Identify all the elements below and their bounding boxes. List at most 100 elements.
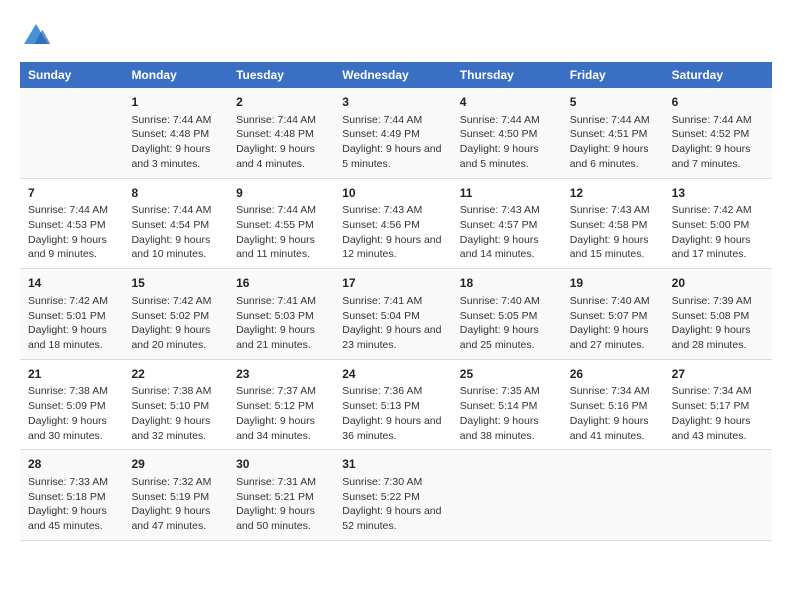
header-cell-wednesday: Wednesday bbox=[334, 62, 452, 88]
day-cell: 4Sunrise: 7:44 AMSunset: 4:50 PMDaylight… bbox=[452, 88, 562, 178]
header-cell-saturday: Saturday bbox=[664, 62, 772, 88]
day-number: 23 bbox=[236, 366, 326, 383]
day-cell: 23Sunrise: 7:37 AMSunset: 5:12 PMDayligh… bbox=[228, 359, 334, 450]
header-cell-friday: Friday bbox=[562, 62, 664, 88]
day-info: Sunrise: 7:38 AMSunset: 5:10 PMDaylight:… bbox=[131, 384, 220, 443]
day-info: Sunrise: 7:43 AMSunset: 4:57 PMDaylight:… bbox=[460, 203, 554, 262]
day-info: Sunrise: 7:31 AMSunset: 5:21 PMDaylight:… bbox=[236, 475, 326, 534]
day-number: 25 bbox=[460, 366, 554, 383]
day-number: 10 bbox=[342, 185, 444, 202]
day-number: 15 bbox=[131, 275, 220, 292]
day-info: Sunrise: 7:36 AMSunset: 5:13 PMDaylight:… bbox=[342, 384, 444, 443]
header bbox=[20, 20, 772, 52]
day-cell: 28 Sunrise: 7:33 AMSunset: 5:18 PMDayligh… bbox=[20, 450, 123, 541]
day-number: 8 bbox=[131, 185, 220, 202]
day-number: 19 bbox=[570, 275, 656, 292]
day-cell bbox=[20, 88, 123, 178]
day-number: 16 bbox=[236, 275, 326, 292]
day-cell: 18 Sunrise: 7:40 AMSunset: 5:05 PMDayligh… bbox=[452, 269, 562, 360]
day-info: Sunrise: 7:40 AMSunset: 5:05 PMDaylight:… bbox=[460, 294, 554, 353]
day-cell: 5 Sunrise: 7:44 AMSunset: 4:51 PMDaylight… bbox=[562, 88, 664, 178]
day-info: Sunrise: 7:44 AMSunset: 4:49 PMDaylight:… bbox=[342, 113, 444, 172]
logo bbox=[20, 20, 56, 52]
day-cell: 21Sunrise: 7:38 AMSunset: 5:09 PMDayligh… bbox=[20, 359, 123, 450]
day-number: 17 bbox=[342, 275, 444, 292]
day-number: 4 bbox=[460, 94, 554, 111]
day-number: 6 bbox=[672, 94, 764, 111]
day-number: 7 bbox=[28, 185, 115, 202]
week-row-5: 28 Sunrise: 7:33 AMSunset: 5:18 PMDayligh… bbox=[20, 450, 772, 541]
header-cell-thursday: Thursday bbox=[452, 62, 562, 88]
day-info: Sunrise: 7:37 AMSunset: 5:12 PMDaylight:… bbox=[236, 384, 326, 443]
day-number: 28 bbox=[28, 456, 115, 473]
header-cell-monday: Monday bbox=[123, 62, 228, 88]
week-row-2: 7Sunrise: 7:44 AMSunset: 4:53 PMDaylight… bbox=[20, 178, 772, 269]
day-cell: 17Sunrise: 7:41 AMSunset: 5:04 PMDayligh… bbox=[334, 269, 452, 360]
day-cell: 16 Sunrise: 7:41 AMSunset: 5:03 PMDayligh… bbox=[228, 269, 334, 360]
day-cell: 1 Sunrise: 7:44 AMSunset: 4:48 PMDaylight… bbox=[123, 88, 228, 178]
day-number: 1 bbox=[131, 94, 220, 111]
day-number: 11 bbox=[460, 185, 554, 202]
day-cell: 25Sunrise: 7:35 AMSunset: 5:14 PMDayligh… bbox=[452, 359, 562, 450]
day-cell: 24Sunrise: 7:36 AMSunset: 5:13 PMDayligh… bbox=[334, 359, 452, 450]
day-info: Sunrise: 7:44 AMSunset: 4:52 PMDaylight:… bbox=[672, 113, 764, 172]
day-info: Sunrise: 7:33 AMSunset: 5:18 PMDaylight:… bbox=[28, 475, 115, 534]
week-row-4: 21Sunrise: 7:38 AMSunset: 5:09 PMDayligh… bbox=[20, 359, 772, 450]
day-cell: 15 Sunrise: 7:42 AMSunset: 5:02 PMDayligh… bbox=[123, 269, 228, 360]
day-info: Sunrise: 7:44 AMSunset: 4:54 PMDaylight:… bbox=[131, 203, 220, 262]
day-number: 27 bbox=[672, 366, 764, 383]
day-cell bbox=[452, 450, 562, 541]
day-cell: 27Sunrise: 7:34 AMSunset: 5:17 PMDayligh… bbox=[664, 359, 772, 450]
day-number: 9 bbox=[236, 185, 326, 202]
day-info: Sunrise: 7:32 AMSunset: 5:19 PMDaylight:… bbox=[131, 475, 220, 534]
day-cell: 6 Sunrise: 7:44 AMSunset: 4:52 PMDaylight… bbox=[664, 88, 772, 178]
day-cell: 9Sunrise: 7:44 AMSunset: 4:55 PMDaylight… bbox=[228, 178, 334, 269]
day-info: Sunrise: 7:43 AMSunset: 4:58 PMDaylight:… bbox=[570, 203, 656, 262]
day-info: Sunrise: 7:30 AMSunset: 5:22 PMDaylight:… bbox=[342, 475, 444, 534]
day-info: Sunrise: 7:42 AMSunset: 5:02 PMDaylight:… bbox=[131, 294, 220, 353]
day-number: 18 bbox=[460, 275, 554, 292]
day-cell: 26Sunrise: 7:34 AMSunset: 5:16 PMDayligh… bbox=[562, 359, 664, 450]
day-cell: 7Sunrise: 7:44 AMSunset: 4:53 PMDaylight… bbox=[20, 178, 123, 269]
day-number: 21 bbox=[28, 366, 115, 383]
day-cell: 31 Sunrise: 7:30 AMSunset: 5:22 PMDayligh… bbox=[334, 450, 452, 541]
day-number: 31 bbox=[342, 456, 444, 473]
day-info: Sunrise: 7:38 AMSunset: 5:09 PMDaylight:… bbox=[28, 384, 115, 443]
day-number: 29 bbox=[131, 456, 220, 473]
day-info: Sunrise: 7:34 AMSunset: 5:16 PMDaylight:… bbox=[570, 384, 656, 443]
day-number: 20 bbox=[672, 275, 764, 292]
day-cell: 22Sunrise: 7:38 AMSunset: 5:10 PMDayligh… bbox=[123, 359, 228, 450]
day-cell: 29 Sunrise: 7:32 AMSunset: 5:19 PMDayligh… bbox=[123, 450, 228, 541]
day-info: Sunrise: 7:40 AMSunset: 5:07 PMDaylight:… bbox=[570, 294, 656, 353]
day-info: Sunrise: 7:39 AMSunset: 5:08 PMDaylight:… bbox=[672, 294, 764, 353]
day-number: 3 bbox=[342, 94, 444, 111]
day-number: 13 bbox=[672, 185, 764, 202]
day-cell: 30Sunrise: 7:31 AMSunset: 5:21 PMDayligh… bbox=[228, 450, 334, 541]
day-info: Sunrise: 7:44 AMSunset: 4:53 PMDaylight:… bbox=[28, 203, 115, 262]
logo-icon bbox=[20, 20, 52, 52]
day-cell: 3 Sunrise: 7:44 AMSunset: 4:49 PMDaylight… bbox=[334, 88, 452, 178]
day-cell: 2 Sunrise: 7:44 AMSunset: 4:48 PMDaylight… bbox=[228, 88, 334, 178]
day-info: Sunrise: 7:41 AMSunset: 5:03 PMDaylight:… bbox=[236, 294, 326, 353]
day-cell: 8Sunrise: 7:44 AMSunset: 4:54 PMDaylight… bbox=[123, 178, 228, 269]
day-cell: 10Sunrise: 7:43 AMSunset: 4:56 PMDayligh… bbox=[334, 178, 452, 269]
day-cell: 13Sunrise: 7:42 AMSunset: 5:00 PMDayligh… bbox=[664, 178, 772, 269]
day-number: 26 bbox=[570, 366, 656, 383]
day-cell: 14Sunrise: 7:42 AMSunset: 5:01 PMDayligh… bbox=[20, 269, 123, 360]
day-number: 5 bbox=[570, 94, 656, 111]
day-info: Sunrise: 7:43 AMSunset: 4:56 PMDaylight:… bbox=[342, 203, 444, 262]
day-info: Sunrise: 7:44 AMSunset: 4:48 PMDaylight:… bbox=[131, 113, 220, 172]
day-cell bbox=[562, 450, 664, 541]
day-info: Sunrise: 7:42 AMSunset: 5:01 PMDaylight:… bbox=[28, 294, 115, 353]
day-number: 12 bbox=[570, 185, 656, 202]
day-number: 24 bbox=[342, 366, 444, 383]
week-row-1: 1 Sunrise: 7:44 AMSunset: 4:48 PMDaylight… bbox=[20, 88, 772, 178]
day-info: Sunrise: 7:44 AMSunset: 4:48 PMDaylight:… bbox=[236, 113, 326, 172]
day-number: 22 bbox=[131, 366, 220, 383]
header-row: SundayMondayTuesdayWednesdayThursdayFrid… bbox=[20, 62, 772, 88]
day-number: 2 bbox=[236, 94, 326, 111]
day-info: Sunrise: 7:44 AMSunset: 4:51 PMDaylight:… bbox=[570, 113, 656, 172]
day-cell: 20 Sunrise: 7:39 AMSunset: 5:08 PMDayligh… bbox=[664, 269, 772, 360]
day-cell bbox=[664, 450, 772, 541]
day-info: Sunrise: 7:42 AMSunset: 5:00 PMDaylight:… bbox=[672, 203, 764, 262]
